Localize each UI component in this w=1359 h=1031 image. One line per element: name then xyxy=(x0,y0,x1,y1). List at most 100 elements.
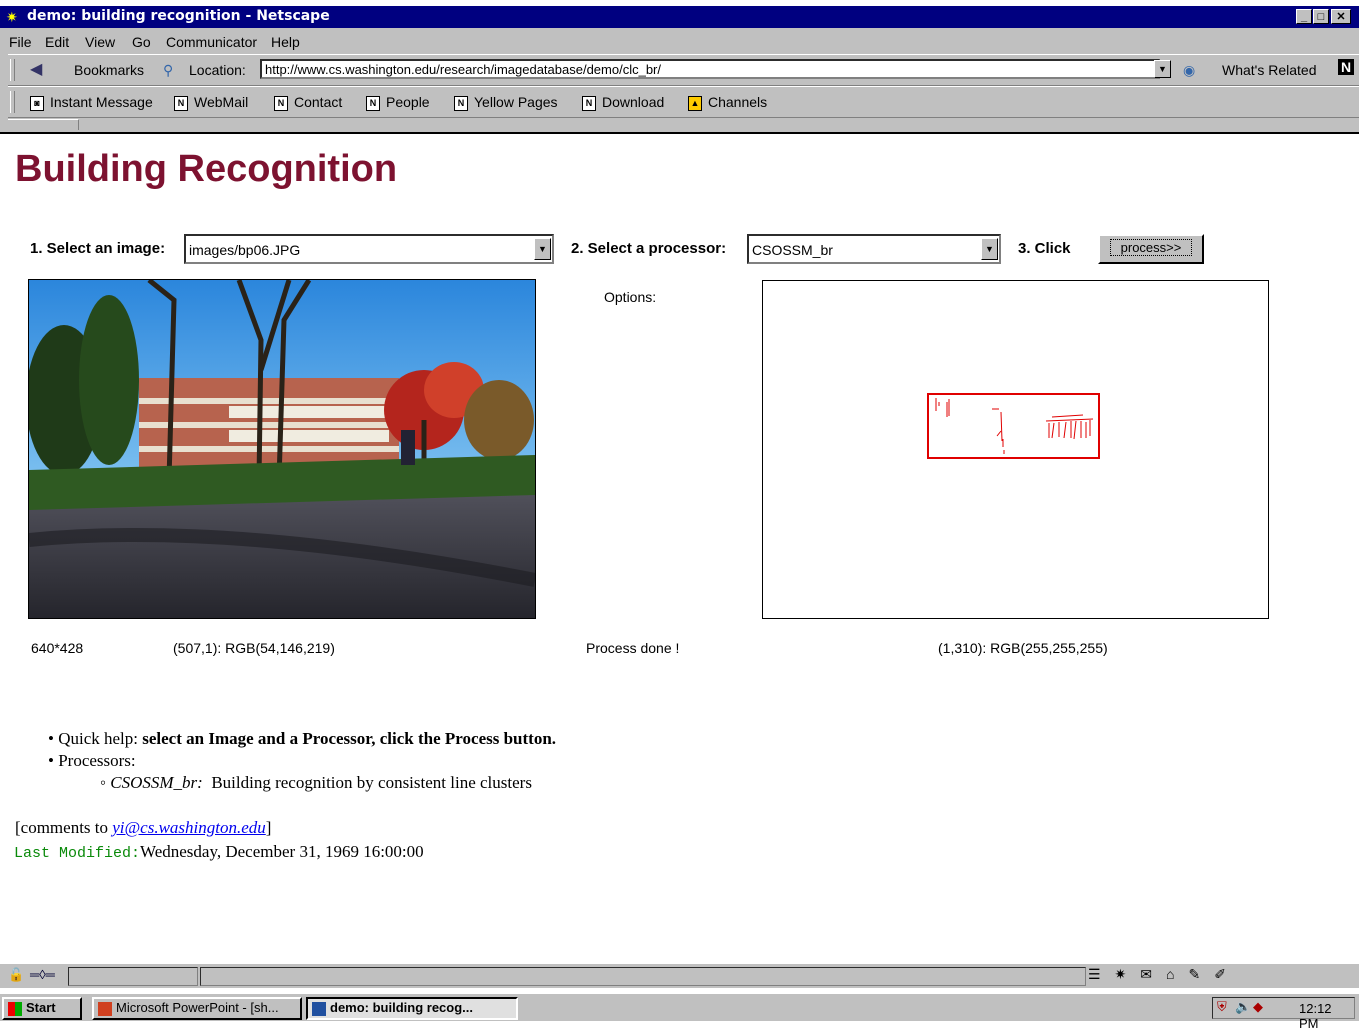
output-pixel-readout: (1,310): RGB(255,255,255) xyxy=(938,640,1108,656)
location-icon: ⚲ xyxy=(163,62,174,78)
netscape-icon xyxy=(312,1001,326,1016)
building-photo xyxy=(29,280,535,618)
taskbar-netscape-label: demo: building recog... xyxy=(330,1000,473,1015)
last-modified: Last Modified:Wednesday, December 31, 19… xyxy=(14,842,424,862)
comments-suffix: ] xyxy=(265,818,272,837)
processors-item: • Processors: xyxy=(48,751,136,770)
menu-edit[interactable]: Edit xyxy=(45,34,69,50)
page-icon: N xyxy=(174,95,188,111)
windows-logo-icon xyxy=(8,1001,22,1016)
page-icon: N xyxy=(454,95,468,111)
comments-line: [comments to yi@cs.washington.edu] xyxy=(15,818,271,838)
step1-label: 1. Select an image: xyxy=(30,240,166,257)
instant-message-button[interactable]: ◙ Instant Message xyxy=(30,94,153,111)
download-label: Download xyxy=(602,94,665,110)
component-bar-icons[interactable]: ☰✷✉⌂✎✐ xyxy=(1088,966,1240,983)
process-status: Process done ! xyxy=(586,640,680,656)
last-modified-value: Wednesday, December 31, 1969 16:00:00 xyxy=(140,842,424,861)
options-label: Options: xyxy=(604,289,657,305)
yellow-pages-button[interactable]: N Yellow Pages xyxy=(454,94,558,111)
contact-button[interactable]: N Contact xyxy=(274,94,342,111)
menu-bar: File Edit View Go Communicator Help xyxy=(0,28,1359,54)
channels-icon: ▲ xyxy=(688,95,702,111)
help-section: • Quick help: select an Image and a Proc… xyxy=(48,728,556,794)
process-button-label: process>> xyxy=(1109,239,1193,256)
processor-select-value: CSOSSM_br xyxy=(752,242,833,258)
channels-button[interactable]: ▲ Channels xyxy=(688,94,767,111)
clock[interactable]: 12:12 PM xyxy=(1299,1001,1354,1031)
toolbar-grip[interactable] xyxy=(10,91,15,113)
download-button[interactable]: N Download xyxy=(582,94,664,111)
channels-label: Channels xyxy=(708,94,768,110)
page-icon: N xyxy=(366,95,380,111)
quick-help-prefix: Quick help: xyxy=(58,729,138,748)
collapsed-toolbar-tab[interactable] xyxy=(8,119,79,130)
maximize-button[interactable]: □ xyxy=(1313,9,1329,24)
bookmarks-icon: ◀ xyxy=(30,61,43,78)
processor-description: Building recognition by consistent line … xyxy=(211,773,532,792)
detection-box xyxy=(927,393,1100,459)
browser-chrome: File Edit View Go Communicator Help ◀ Bo… xyxy=(0,28,1359,134)
image-select[interactable]: images/bp06.JPG ▼ xyxy=(184,234,554,264)
people-label: People xyxy=(386,94,430,110)
webmail-button[interactable]: N WebMail xyxy=(174,94,248,111)
chevron-down-icon[interactable]: ▼ xyxy=(534,238,551,260)
people-button[interactable]: N People xyxy=(366,94,430,111)
location-toolbar: ◀ Bookmarks ⚲ Location: http://www.cs.wa… xyxy=(8,54,1359,86)
detection-output xyxy=(927,393,1100,459)
whats-related-button[interactable]: What's Related xyxy=(1222,62,1317,78)
tray-app-icon[interactable]: ◆ xyxy=(1253,999,1263,1015)
menu-view[interactable]: View xyxy=(85,34,115,50)
system-tray: ⛨ 🔈 ◆ 12:12 PM xyxy=(1212,997,1355,1031)
location-dropdown[interactable]: ▼ xyxy=(1154,60,1171,78)
processors-label: Processors: xyxy=(58,751,136,770)
taskbar-powerpoint-label: Microsoft PowerPoint - [sh... xyxy=(116,1000,279,1015)
quick-help-text: select an Image and a Processor, click t… xyxy=(142,729,557,748)
input-image[interactable] xyxy=(28,279,536,619)
step3-label: 3. Click xyxy=(1018,240,1071,257)
security-lock-icon[interactable]: 🔓 xyxy=(8,967,24,983)
image-pixel-readout: (507,1): RGB(54,146,219) xyxy=(173,640,335,656)
tray-volume-icon[interactable]: 🔈 xyxy=(1235,999,1251,1015)
taskbar-netscape[interactable]: demo: building recog... xyxy=(306,997,518,1020)
window-title-bar[interactable]: ✷ demo: building recognition - Netscape … xyxy=(0,6,1359,28)
page-icon: N xyxy=(274,95,288,111)
processor-entry: ◦ CSOSSM_br: Building recognition by con… xyxy=(100,773,532,792)
minimize-button[interactable]: _ xyxy=(1296,9,1312,24)
webmail-label: WebMail xyxy=(194,94,249,110)
toolbar-grip[interactable] xyxy=(10,59,15,81)
comments-prefix: [comments to xyxy=(15,818,109,837)
location-input[interactable]: http://www.cs.washington.edu/research/im… xyxy=(260,59,1160,79)
start-button[interactable]: Start xyxy=(2,997,82,1020)
netscape-logo-icon: N xyxy=(1338,59,1355,75)
progress-bar xyxy=(68,967,198,986)
powerpoint-icon xyxy=(98,1001,112,1016)
instant-message-icon: ◙ xyxy=(30,95,44,111)
bookmarks-button[interactable]: Bookmarks xyxy=(74,62,144,78)
close-button[interactable]: ✕ xyxy=(1331,9,1351,24)
image-size: 640*428 xyxy=(31,640,84,656)
whats-related-icon: ◉ xyxy=(1183,62,1196,78)
windows-taskbar: Start Microsoft PowerPoint - [sh... demo… xyxy=(0,993,1359,1031)
page-title: Building Recognition xyxy=(15,148,398,190)
instant-message-label: Instant Message xyxy=(50,94,153,110)
yellow-pages-label: Yellow Pages xyxy=(474,94,558,110)
quick-help-item: • Quick help: select an Image and a Proc… xyxy=(48,729,557,748)
process-button[interactable]: process>> xyxy=(1098,234,1204,264)
taskbar-powerpoint[interactable]: Microsoft PowerPoint - [sh... xyxy=(92,997,302,1020)
menu-file[interactable]: File xyxy=(9,34,32,50)
line-clusters xyxy=(935,398,1094,454)
menu-communicator[interactable]: Communicator xyxy=(166,34,257,50)
menu-help[interactable]: Help xyxy=(271,34,300,50)
chevron-down-icon[interactable]: ▼ xyxy=(981,238,998,260)
tray-shield-icon[interactable]: ⛨ xyxy=(1217,999,1227,1015)
output-image[interactable] xyxy=(762,280,1269,619)
chrome-divider xyxy=(0,132,1359,134)
location-label: Location: xyxy=(189,62,246,78)
netscape-icon: ✷ xyxy=(6,9,18,25)
processor-select[interactable]: CSOSSM_br ▼ xyxy=(747,234,1001,264)
menu-go[interactable]: Go xyxy=(132,34,151,50)
window-title: demo: building recognition - Netscape xyxy=(27,8,330,24)
page-icon: N xyxy=(582,95,596,111)
email-link[interactable]: yi@cs.washington.edu xyxy=(112,818,266,837)
